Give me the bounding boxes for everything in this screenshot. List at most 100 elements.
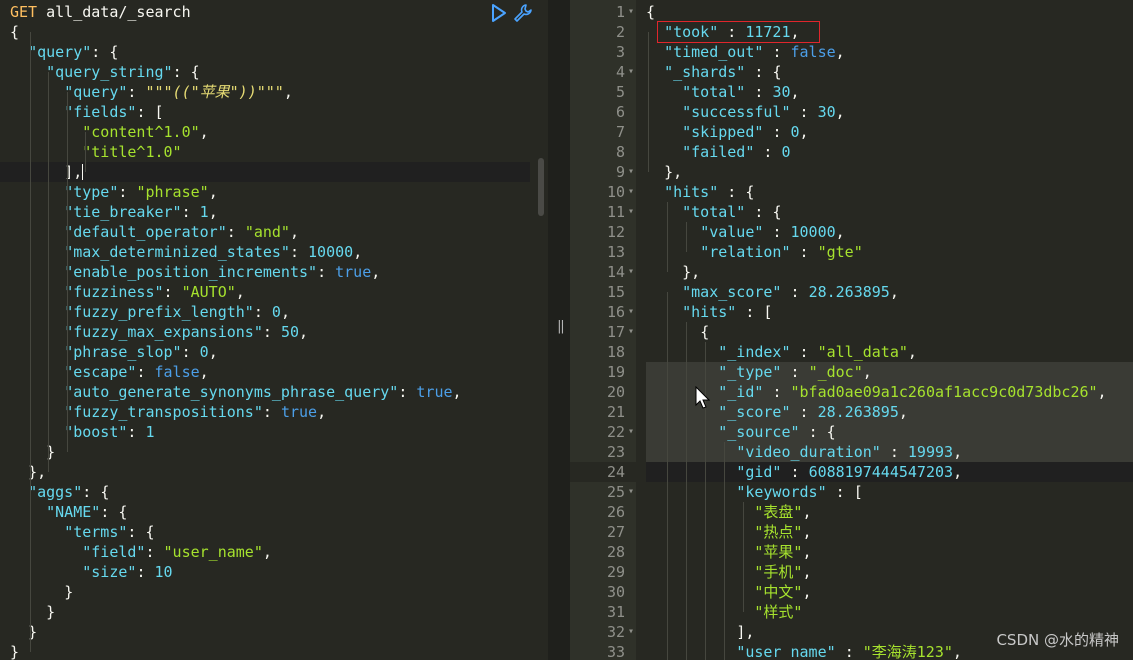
response-code-line[interactable]: 24 "gid" : 6088197444547203, — [570, 462, 1133, 482]
request-code-text: "size": 10 — [82, 563, 173, 581]
request-code-line[interactable]: } — [0, 582, 530, 602]
request-code-line[interactable]: { — [0, 22, 530, 42]
fold-arrow-icon[interactable]: ▾ — [628, 422, 634, 442]
response-code-line[interactable]: 16 ▾ "hits" : [ — [570, 302, 1133, 322]
request-code-text: "auto_generate_synonyms_phrase_query": t… — [64, 383, 462, 401]
line-number: 5 — [615, 83, 625, 101]
response-code-text: "gid" : 6088197444547203, — [736, 463, 963, 481]
response-code-line[interactable]: 26 "表盘", — [570, 502, 1133, 522]
response-code-line[interactable]: 7 "skipped" : 0, — [570, 122, 1133, 142]
request-code-line[interactable]: "size": 10 — [0, 562, 530, 582]
fold-arrow-icon[interactable]: ▾ — [628, 162, 634, 182]
response-code-line[interactable]: 12 "value" : 10000, — [570, 222, 1133, 242]
response-code-line[interactable]: 11 ▾ "total" : { — [570, 202, 1133, 222]
response-code-text: "_type" : "_doc", — [718, 363, 872, 381]
response-code-line[interactable]: 13 "relation" : "gte" — [570, 242, 1133, 262]
response-code-line[interactable]: 29 "手机", — [570, 562, 1133, 582]
response-code-line[interactable]: 28 "苹果", — [570, 542, 1133, 562]
response-code-text: "failed" : 0 — [682, 143, 791, 161]
fold-arrow-icon[interactable]: ▾ — [628, 182, 634, 202]
response-code-line[interactable]: 25 ▾ "keywords" : [ — [570, 482, 1133, 502]
request-code-line[interactable]: "field": "user_name", — [0, 542, 530, 562]
fold-arrow-icon[interactable]: ▾ — [628, 62, 634, 82]
request-code-line[interactable]: "fuzziness": "AUTO", — [0, 282, 530, 302]
request-code-line[interactable]: "type": "phrase", — [0, 182, 530, 202]
request-editor-pane[interactable]: GET all_data/_search { "query": { "query… — [0, 0, 548, 660]
resize-grip-icon[interactable]: ‖ — [557, 320, 565, 334]
request-scrollbar[interactable] — [538, 158, 544, 216]
request-code-line[interactable]: "boost": 1 — [0, 422, 530, 442]
request-code-line[interactable]: "escape": false, — [0, 362, 530, 382]
response-code-line[interactable]: 20 "_id" : "bfad0ae09a1c260af1acc9c0d73d… — [570, 382, 1133, 402]
fold-arrow-icon[interactable]: ▾ — [628, 482, 634, 502]
request-code-line[interactable]: "query": { — [0, 42, 530, 62]
response-code-line[interactable]: 9 ▾ }, — [570, 162, 1133, 182]
response-code-text: "中文", — [754, 583, 812, 601]
request-code-line[interactable]: "fuzzy_transpositions": true, — [0, 402, 530, 422]
line-number: 18 — [606, 343, 625, 361]
response-code-line[interactable]: 17 ▾ { — [570, 322, 1133, 342]
response-viewer-pane[interactable]: 1 ▾{2 "took" : 11721, 3 "timed_out" : fals… — [570, 0, 1133, 660]
request-code-line[interactable]: "content^1.0", — [0, 122, 530, 142]
request-code-line[interactable]: "enable_position_increments": true, — [0, 262, 530, 282]
request-code-line[interactable]: "query_string": { — [0, 62, 530, 82]
request-line-method[interactable]: GET all_data/_search — [0, 2, 530, 22]
fold-arrow-icon[interactable]: ▾ — [628, 322, 634, 342]
request-code-line[interactable]: "fuzzy_max_expansions": 50, — [0, 322, 530, 342]
response-code-line[interactable]: 4 ▾ "_shards" : { — [570, 62, 1133, 82]
indent-guide — [743, 502, 744, 612]
response-code-line[interactable]: 1 ▾ { — [570, 2, 1133, 22]
request-code-line[interactable]: "max_determinized_states": 10000, — [0, 242, 530, 262]
fold-arrow-icon[interactable]: ▾ — [628, 302, 634, 322]
response-code-line[interactable]: 5 "total" : 30, — [570, 82, 1133, 102]
response-code-line[interactable]: 22 ▾ "_source" : { — [570, 422, 1133, 442]
response-code-text: "max_score" : 28.263895, — [682, 283, 899, 301]
play-triangle-icon[interactable] — [488, 2, 510, 24]
line-number: 31 — [606, 603, 625, 621]
response-code-line[interactable]: 31 "样式" — [570, 602, 1133, 622]
response-code-line[interactable]: 8 "failed" : 0 — [570, 142, 1133, 162]
fold-arrow-icon[interactable]: ▾ — [628, 202, 634, 222]
request-code-line[interactable]: }, — [0, 462, 530, 482]
fold-arrow-icon[interactable]: ▾ — [628, 622, 634, 642]
response-code-line[interactable]: 3 "timed_out" : false, — [570, 42, 1133, 62]
request-code-text: "fuzziness": "AUTO", — [64, 283, 245, 301]
response-code-line[interactable]: 15 "max_score" : 28.263895, — [570, 282, 1133, 302]
request-code-line[interactable]: } — [0, 642, 530, 660]
request-code-line[interactable]: "query": """(("苹果"))""", — [0, 82, 530, 102]
request-code-line[interactable]: "fields": [ — [0, 102, 530, 122]
request-code-line[interactable]: } — [0, 602, 530, 622]
response-code-line[interactable]: 10 ▾ "hits" : { — [570, 182, 1133, 202]
request-code-line[interactable]: "aggs": { — [0, 482, 530, 502]
request-code-line[interactable]: } — [0, 622, 530, 642]
request-code-text: "query_string": { — [46, 63, 200, 81]
request-code-line[interactable]: "auto_generate_synonyms_phrase_query": t… — [0, 382, 530, 402]
request-code-text: "query": { — [28, 43, 119, 61]
response-code-line[interactable]: 23 "video_duration" : 19993, — [570, 442, 1133, 462]
request-code-line[interactable]: "fuzzy_prefix_length": 0, — [0, 302, 530, 322]
request-code-line[interactable]: "NAME": { — [0, 502, 530, 522]
response-code-line[interactable]: 14 ▾ }, — [570, 262, 1133, 282]
line-number: 27 — [606, 523, 625, 541]
response-code-line[interactable]: 27 "热点", — [570, 522, 1133, 542]
line-number: 16 — [606, 303, 625, 321]
response-code-line[interactable]: 2 "took" : 11721, — [570, 22, 1133, 42]
pane-resize-divider[interactable]: ‖ — [548, 0, 570, 660]
request-code-line[interactable]: "title^1.0" — [0, 142, 530, 162]
request-code-line[interactable]: "tie_breaker": 1, — [0, 202, 530, 222]
fold-arrow-icon[interactable]: ▾ — [628, 262, 634, 282]
response-code-line[interactable]: 6 "successful" : 30, — [570, 102, 1133, 122]
request-code-line[interactable]: ], — [0, 162, 530, 182]
request-code-line[interactable]: "phrase_slop": 0, — [0, 342, 530, 362]
wrench-icon[interactable] — [512, 2, 534, 24]
response-code-text: "手机", — [754, 563, 812, 581]
request-code-line[interactable]: } — [0, 442, 530, 462]
response-code-line[interactable]: 30 "中文", — [570, 582, 1133, 602]
line-number: 30 — [606, 583, 625, 601]
request-code-line[interactable]: "terms": { — [0, 522, 530, 542]
request-code-line[interactable]: "default_operator": "and", — [0, 222, 530, 242]
fold-arrow-icon[interactable]: ▾ — [628, 2, 634, 22]
response-code-line[interactable]: 21 "_score" : 28.263895, — [570, 402, 1133, 422]
response-code-line[interactable]: 19 "_type" : "_doc", — [570, 362, 1133, 382]
response-code-line[interactable]: 18 "_index" : "all_data", — [570, 342, 1133, 362]
